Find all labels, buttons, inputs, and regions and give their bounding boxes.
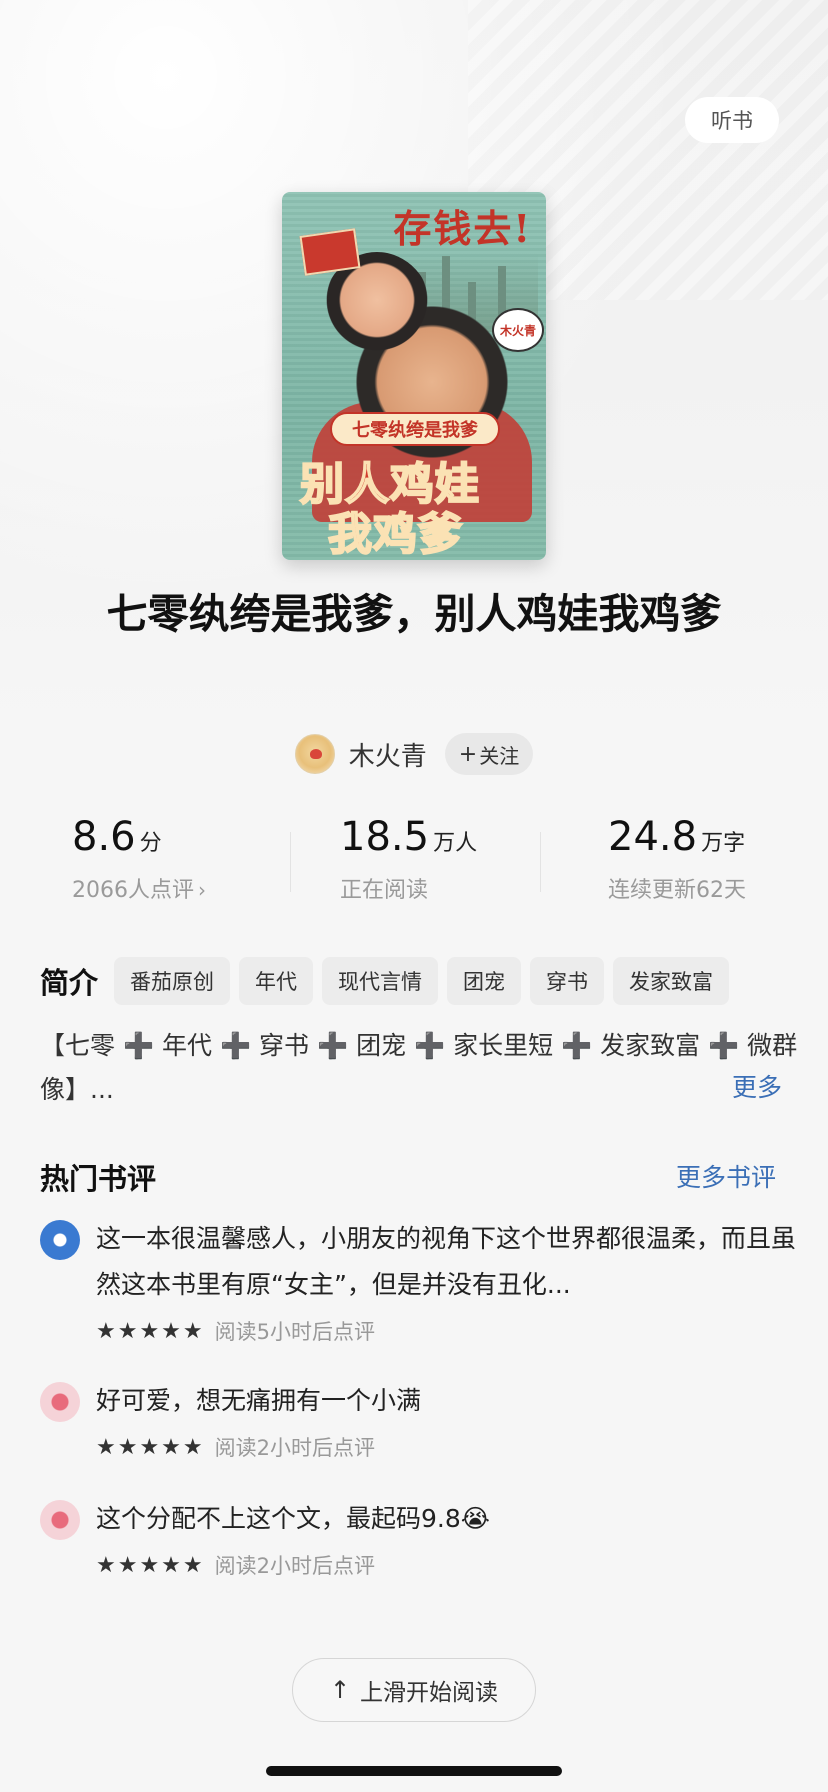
book-cover[interactable]: 存钱去! 木火青 七零纨绔是我爹 别人鸡娃 我鸡爹 (282, 192, 546, 560)
stats-divider (540, 832, 541, 892)
review-meta: ★★★★★ 阅读5小时后点评 (96, 1316, 375, 1346)
plus-icon: + (458, 741, 478, 767)
intro-row: 简介 番茄原创 年代 现代言情 团宠 穿书 发家致富 (40, 956, 800, 1006)
intro-label: 简介 (40, 966, 99, 1000)
readers-label: 正在阅读 (340, 878, 429, 903)
stat-rating[interactable]: 8.6 分 2066人点评 › (72, 814, 292, 904)
words-unit: 万字 (701, 831, 746, 856)
star-rating-icon: ★★★★★ (96, 1318, 205, 1344)
review-meta: ★★★★★ 阅读2小时后点评 (96, 1550, 375, 1580)
review-read-time: 阅读5小时后点评 (214, 1320, 375, 1344)
intro-text[interactable]: 【七零 ➕ 年代 ➕ 穿书 ➕ 团宠 ➕ 家长里短 ➕ 发家致富 ➕ 微群像】.… (40, 1024, 800, 1112)
star-rating-icon: ★★★★★ (96, 1552, 205, 1578)
reviewer-avatar[interactable] (40, 1500, 80, 1540)
follow-label: 关注 (479, 743, 520, 768)
start-reading-button[interactable]: ↑ 上滑开始阅读 (292, 1658, 536, 1722)
cover-red-sign (299, 228, 361, 276)
tag-item[interactable]: 现代言情 (322, 957, 439, 1005)
stat-words: 24.8 万字 连续更新62天 (608, 814, 828, 904)
words-value: 24.8 (608, 814, 698, 860)
review-text: 这个分配不上这个文，最起码9.8😭 (96, 1504, 490, 1533)
listen-button[interactable]: 听书 (685, 97, 779, 143)
tag-item[interactable]: 发家致富 (613, 957, 730, 1005)
tag-item[interactable]: 年代 (239, 957, 314, 1005)
follow-button[interactable]: + 关注 (444, 733, 534, 775)
update-days: 连续更新62天 (608, 878, 746, 903)
book-title: 七零纨绔是我爹，别人鸡娃我鸡爹 (106, 590, 722, 638)
review-text: 这一本很温馨感人，小朋友的视角下这个世界都很温柔，而且虽然这本书里有原“女主”，… (96, 1224, 797, 1299)
stats-row: 8.6 分 2066人点评 › 18.5 万人 正在阅读 24.8 万字 连续更新62天 (0, 814, 828, 914)
author-row: 木火青 + 关注 (0, 730, 828, 778)
cover-author-bubble: 木火青 (492, 308, 544, 352)
readers-unit: 万人 (433, 831, 478, 856)
rating-value: 8.6 (72, 814, 136, 860)
tag-item[interactable]: 番茄原创 (114, 957, 231, 1005)
stats-divider (290, 832, 291, 892)
intro-more-link[interactable]: 更多 (732, 1068, 782, 1104)
more-reviews-link[interactable]: 更多书评 (676, 1158, 776, 1194)
hot-reviews-title: 热门书评 (40, 1162, 157, 1196)
author-name[interactable]: 木火青 (349, 736, 427, 773)
readers-value: 18.5 (340, 814, 430, 860)
rating-count: 2066人点评 › (72, 878, 206, 903)
star-rating-icon: ★★★★★ (96, 1434, 205, 1460)
home-indicator[interactable] (266, 1766, 562, 1776)
review-meta: ★★★★★ 阅读2小时后点评 (96, 1432, 375, 1462)
reviewer-avatar[interactable] (40, 1382, 80, 1422)
arrow-up-icon: ↑ (329, 1676, 351, 1704)
start-reading-label: 上滑开始阅读 (360, 1680, 499, 1706)
tag-item[interactable]: 团宠 (447, 957, 522, 1005)
cover-subtitle: 七零纨绔是我爹 (330, 412, 500, 446)
cover-title-line2: 我鸡爹 (327, 508, 463, 560)
author-avatar[interactable] (294, 734, 335, 774)
rating-unit: 分 (139, 831, 162, 856)
chevron-right-icon: › (198, 878, 206, 902)
review-read-time: 阅读2小时后点评 (214, 1436, 375, 1460)
reviewer-avatar[interactable] (40, 1220, 80, 1260)
review-text: 好可爱，想无痛拥有一个小满 (96, 1386, 422, 1415)
review-read-time: 阅读2小时后点评 (214, 1554, 375, 1578)
cover-top-text: 存钱去! (393, 206, 532, 251)
tag-item[interactable]: 穿书 (530, 957, 605, 1005)
stat-readers: 18.5 万人 正在阅读 (340, 814, 560, 904)
